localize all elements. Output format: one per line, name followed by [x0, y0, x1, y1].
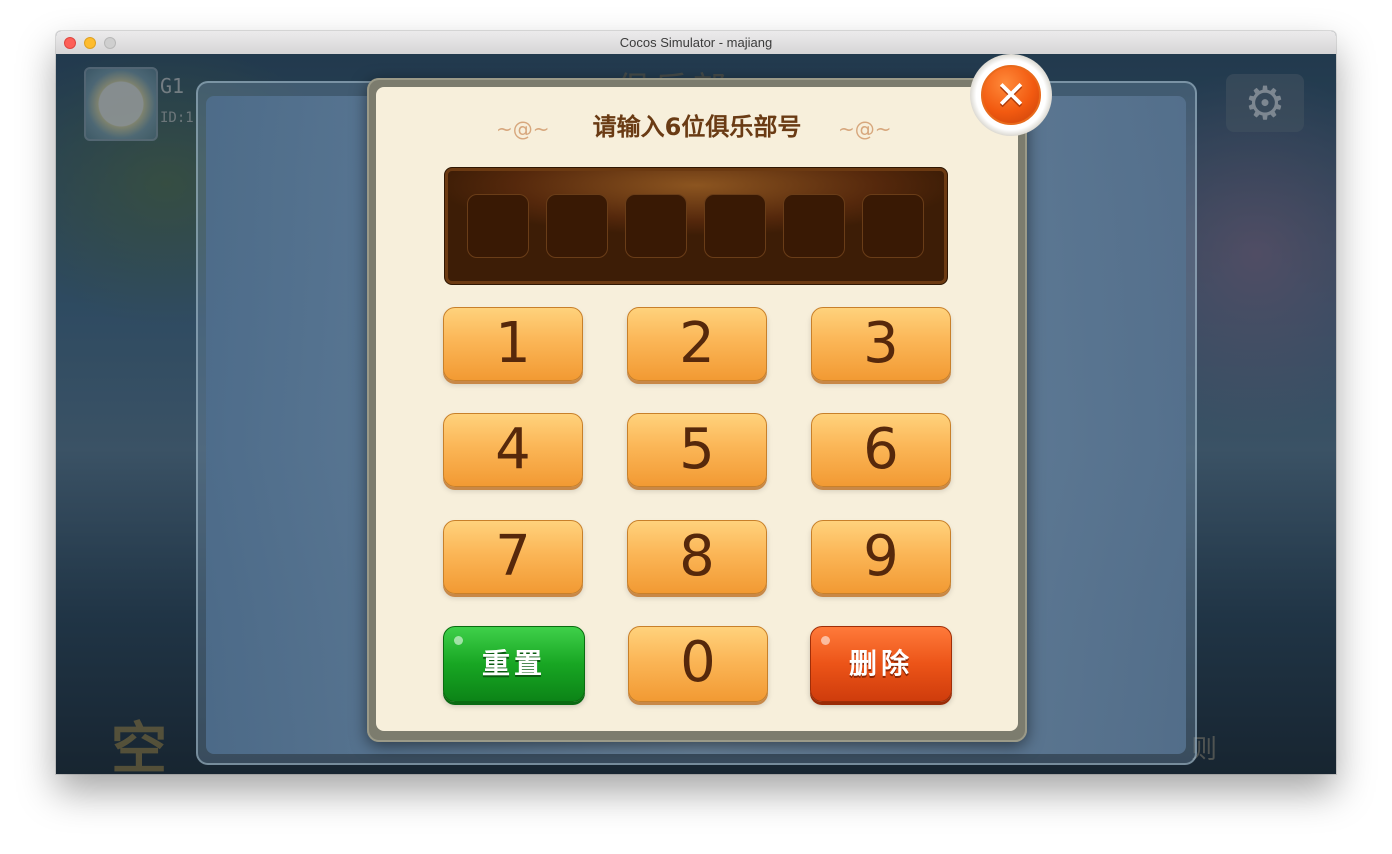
dialog-title-row: ~@~ 请输入6位俱乐部号 ~@~: [376, 109, 1018, 145]
code-slot-1: [467, 194, 529, 258]
game-canvas: G1 ID:1 ⚙ 俱乐部 空 则 ~@~ 请输入6位俱乐部号 ~@~ 1: [56, 54, 1336, 774]
ornament-right-icon: ~@~: [838, 117, 892, 141]
window-title: Cocos Simulator - majiang: [619, 35, 773, 50]
key-9-button[interactable]: 9: [811, 520, 951, 594]
key-0-button[interactable]: 0: [628, 626, 768, 702]
code-slot-3: [625, 194, 687, 258]
code-slot-2: [546, 194, 608, 258]
club-code-display: [444, 167, 948, 285]
reset-button-label: 重置: [481, 647, 546, 680]
key-7-button[interactable]: 7: [443, 520, 583, 594]
join-club-dialog: ~@~ 请输入6位俱乐部号 ~@~ 1 2 3 4 5 6 7 8 9 重置 0…: [376, 87, 1018, 731]
simulator-window: Cocos Simulator - majiang G1 ID:1 ⚙ 俱乐部 …: [56, 31, 1336, 774]
delete-button[interactable]: 删除: [810, 626, 952, 702]
button-gloss: [821, 636, 830, 645]
key-1-button[interactable]: 1: [443, 307, 583, 381]
key-2-button[interactable]: 2: [627, 307, 767, 381]
key-6-button[interactable]: 6: [811, 413, 951, 487]
key-5-button[interactable]: 5: [627, 413, 767, 487]
key-8-button[interactable]: 8: [627, 520, 767, 594]
code-slot-5: [783, 194, 845, 258]
ornament-left-icon: ~@~: [496, 117, 550, 141]
delete-button-label: 删除: [848, 647, 913, 680]
code-slot-6: [862, 194, 924, 258]
window-titlebar: Cocos Simulator - majiang: [56, 31, 1336, 55]
key-4-button[interactable]: 4: [443, 413, 583, 487]
dialog-title: 请输入6位俱乐部号: [592, 113, 802, 141]
close-icon[interactable]: ✕: [981, 65, 1041, 125]
button-gloss: [454, 636, 463, 645]
reset-button[interactable]: 重置: [443, 626, 585, 702]
code-slot-4: [704, 194, 766, 258]
key-3-button[interactable]: 3: [811, 307, 951, 381]
